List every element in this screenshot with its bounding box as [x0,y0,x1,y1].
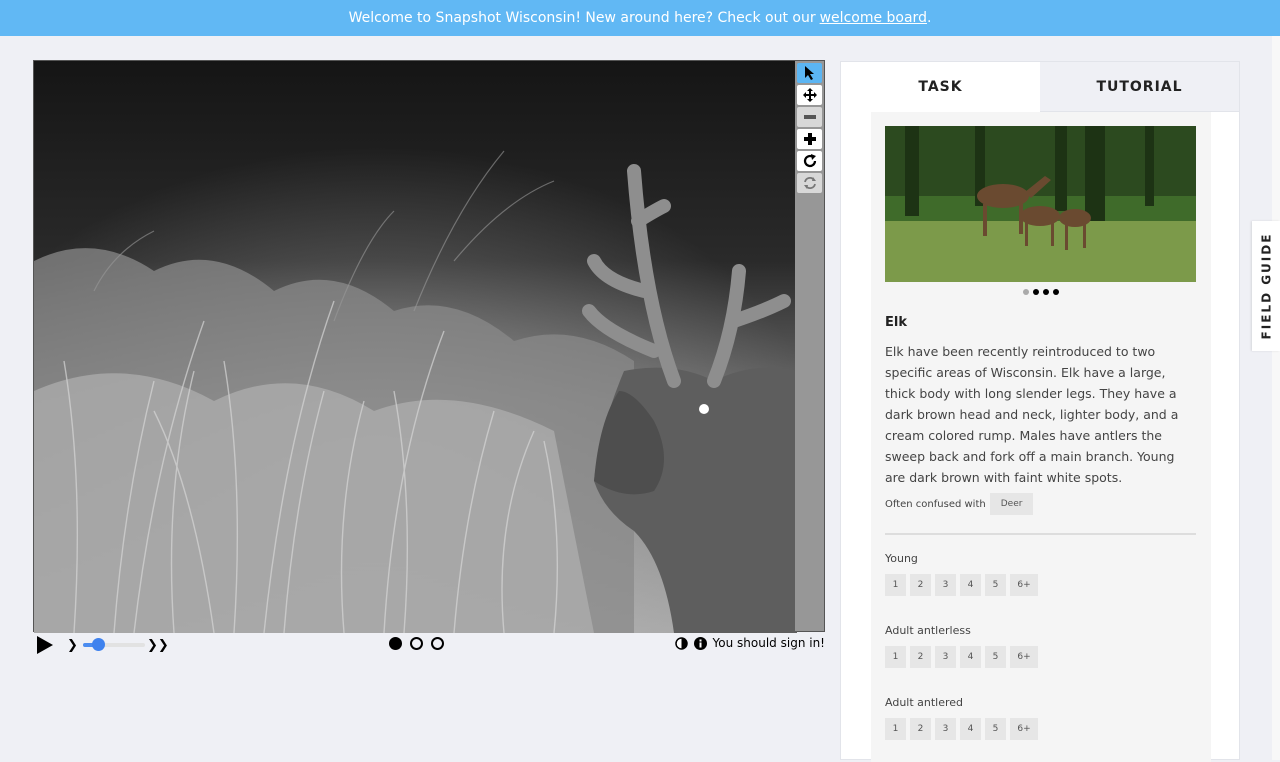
info-icon[interactable] [693,636,707,650]
reset-icon [803,177,816,189]
count-option-button[interactable]: 5 [985,646,1006,668]
reset-button[interactable] [797,173,822,193]
carousel-dot[interactable] [1023,289,1029,295]
zoom-in-icon [803,133,816,145]
divider [885,533,1196,535]
count-options: 1 2 3 4 5 6+ [885,646,1038,668]
count-option-button[interactable]: 4 [960,574,981,596]
sign-in-message: You should sign in! [712,636,825,650]
count-option-button[interactable]: 3 [935,646,956,668]
count-options: 1 2 3 4 5 6+ [885,718,1038,740]
carousel-dot[interactable] [1033,289,1039,295]
photo-carousel-dots [871,289,1211,295]
pointer-tool-button[interactable] [797,63,822,83]
count-option-button[interactable]: 6+ [1010,646,1038,668]
invert-contrast-icon[interactable] [674,636,688,650]
species-name: Elk [885,315,907,330]
count-option-button[interactable]: 5 [985,574,1006,596]
count-option-button[interactable]: 3 [935,574,956,596]
slow-down-icon[interactable]: ❯ [67,638,78,653]
zoom-in-button[interactable] [797,129,822,149]
count-option-button[interactable]: 2 [910,646,931,668]
species-description: Elk have been recently reintroduced to t… [885,344,1179,485]
rotate-icon [803,154,816,168]
count-option-button[interactable]: 4 [960,646,981,668]
playback-controls: ❯ ❯❯ You should sign in! [33,632,825,658]
count-option-button[interactable]: 2 [910,574,931,596]
banner-trail: . [926,10,932,26]
welcome-banner: Welcome to Snapshot Wisconsin! New aroun… [0,0,1280,36]
play-icon[interactable] [37,636,53,654]
frame-dot[interactable] [389,637,402,650]
scrollbar-track [1272,36,1280,760]
task-tabs: TASK TUTORIAL [841,62,1239,112]
question-label: Adult antlerless [885,624,971,637]
confused-species-chip[interactable]: Deer [989,493,1034,515]
species-detail: Elk Elk have been recently reintroduced … [871,112,1211,762]
field-guide-tab[interactable]: FIELD GUIDE [1252,221,1280,351]
speed-slider-knob[interactable] [92,638,106,651]
field-guide-label: FIELD GUIDE [1259,232,1273,340]
species-photo [885,126,1196,282]
zoom-out-button[interactable] [797,107,822,127]
camera-trap-photo[interactable] [34,61,797,633]
frame-dot[interactable] [410,637,423,650]
count-options: 1 2 3 4 5 6+ [885,574,1038,596]
banner-text: Welcome to Snapshot Wisconsin! New aroun… [348,10,816,26]
frame-selector [389,637,444,650]
question-label: Young [885,552,918,565]
count-option-button[interactable]: 3 [935,718,956,740]
question-label: Adult antlered [885,696,964,709]
confused-label: Often confused with [885,498,986,510]
zoom-out-icon [803,115,816,119]
pointer-icon [804,66,814,80]
count-option-button[interactable]: 1 [885,574,906,596]
tab-task[interactable]: TASK [841,62,1040,112]
viewer-meta: You should sign in! [674,636,825,650]
tab-tutorial[interactable]: TUTORIAL [1040,62,1239,112]
confused-with: Often confused with Deer [885,493,1034,515]
speed-slider[interactable] [83,638,145,651]
speed-up-icon[interactable]: ❯❯ [147,638,169,653]
count-option-button[interactable]: 4 [960,718,981,740]
count-option-button[interactable]: 5 [985,718,1006,740]
task-panel: TASK TUTORIAL Elk Elk have been recently… [840,61,1240,762]
welcome-board-link[interactable]: welcome board [820,10,927,26]
count-option-button[interactable]: 2 [910,718,931,740]
move-icon [802,88,817,102]
rotate-button[interactable] [797,151,822,171]
count-option-button[interactable]: 6+ [1010,718,1038,740]
count-option-button[interactable]: 6+ [1010,574,1038,596]
carousel-dot[interactable] [1053,289,1059,295]
frame-dot[interactable] [431,637,444,650]
subject-viewer [33,60,825,633]
count-option-button[interactable]: 1 [885,718,906,740]
carousel-dot[interactable] [1043,289,1049,295]
count-option-button[interactable]: 1 [885,646,906,668]
move-tool-button[interactable] [797,85,822,105]
viewer-toolbar [795,61,824,631]
